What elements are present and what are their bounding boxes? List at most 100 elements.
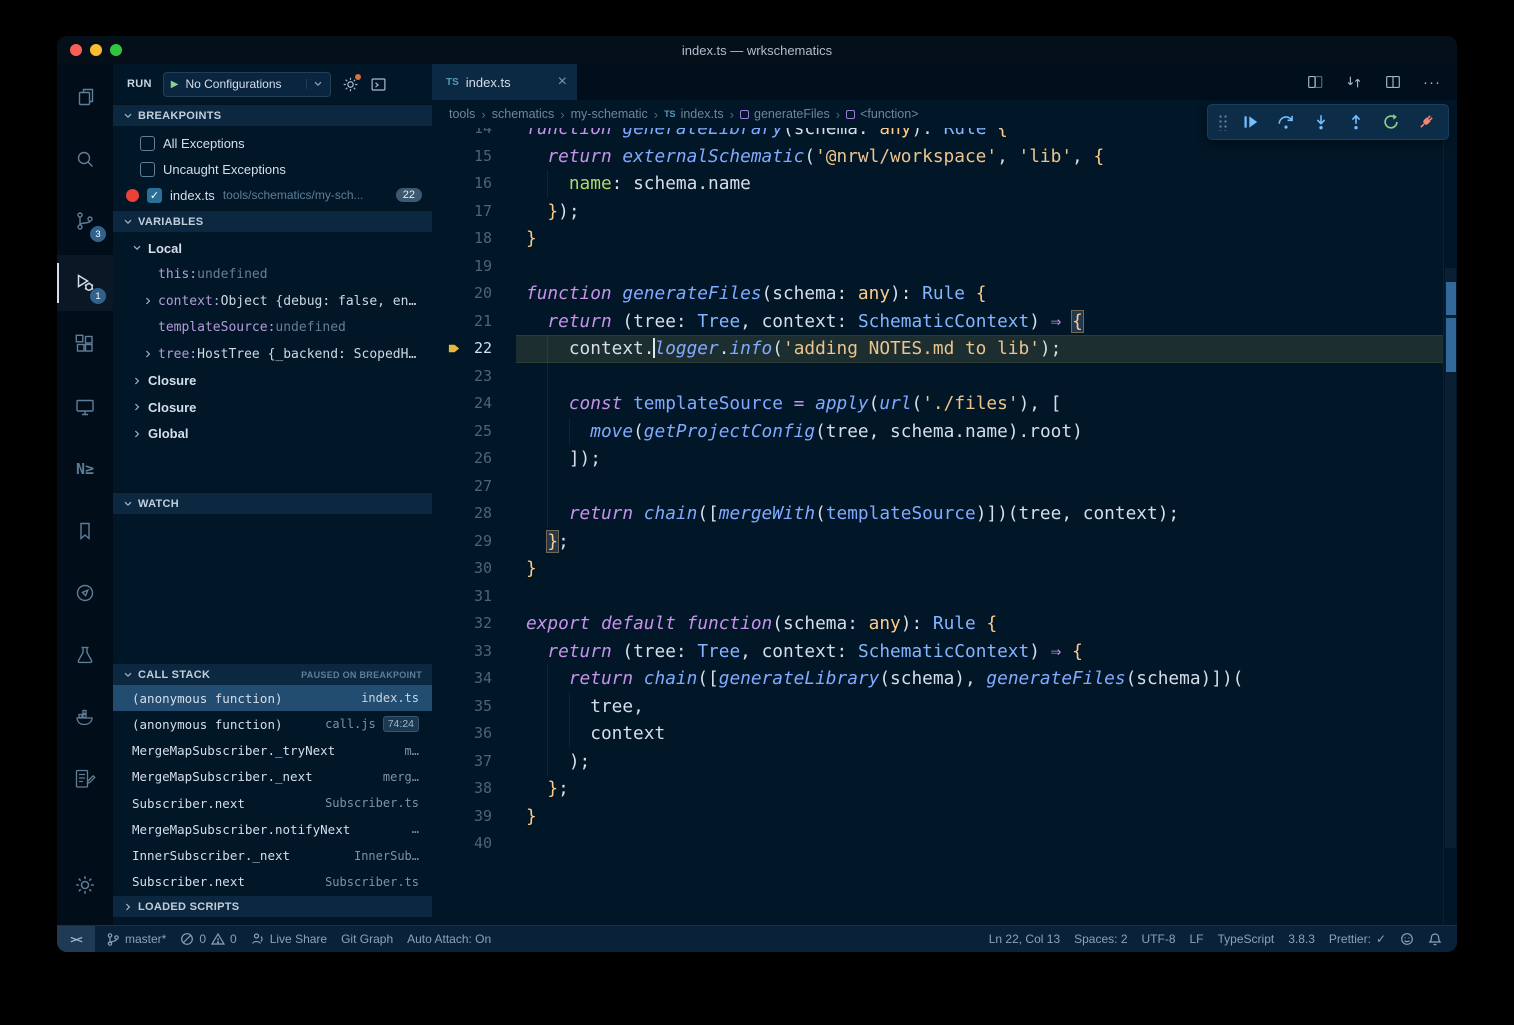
line-number[interactable]: 17 (432, 198, 492, 226)
breadcrumb-item[interactable]: schematics (492, 107, 555, 121)
code-line[interactable]: 24 const templateSource = apply(url('./f… (432, 390, 1443, 418)
code-line[interactable]: 25 move(getProjectConfig(tree, schema.na… (432, 418, 1443, 446)
toolbar-drag-handle[interactable] (1218, 113, 1228, 131)
code-line[interactable]: 32export default function(schema: any): … (432, 610, 1443, 638)
code-line[interactable]: 33 return (tree: Tree, context: Schemati… (432, 638, 1443, 666)
line-number[interactable]: 37 (432, 748, 492, 776)
line-number[interactable]: 31 (432, 583, 492, 611)
auto-attach-indicator[interactable]: Auto Attach: On (400, 926, 498, 952)
notifications-bell-icon[interactable] (1421, 926, 1449, 952)
code-line[interactable]: 30} (432, 555, 1443, 583)
breakpoints-header[interactable]: BREAKPOINTS (113, 104, 432, 126)
line-number[interactable]: 27 (432, 473, 492, 501)
breadcrumb-item[interactable]: generateFiles (740, 107, 830, 121)
call-stack-frame[interactable]: InnerSubscriber._nextInnerSub… (113, 843, 432, 869)
problems-indicator[interactable]: 0 0 (173, 926, 243, 952)
line-number[interactable]: 34 (432, 665, 492, 693)
code-line[interactable]: 28 return chain([mergeWith(templateSourc… (432, 500, 1443, 528)
close-window-button[interactable] (70, 44, 82, 56)
call-stack-frame[interactable]: Subscriber.nextSubscriber.ts (113, 869, 432, 895)
code-line[interactable]: 23 (432, 363, 1443, 391)
code-line[interactable]: 17 }); (432, 198, 1443, 226)
git-branch-indicator[interactable]: master* (99, 926, 173, 952)
checkbox-unchecked[interactable] (140, 162, 155, 177)
line-number[interactable]: 20 (432, 280, 492, 308)
explorer-icon[interactable] (57, 69, 113, 125)
code-line[interactable]: 37 ); (432, 748, 1443, 776)
split-editor-icon[interactable] (1384, 73, 1402, 91)
nx-console-icon[interactable]: N≥ (57, 441, 113, 497)
search-icon[interactable] (57, 131, 113, 187)
code-line[interactable]: 35 tree, (432, 693, 1443, 721)
breadcrumb-item[interactable]: my-schematic (571, 107, 648, 121)
compass-icon[interactable] (57, 565, 113, 621)
remote-indicator[interactable]: >< (57, 926, 95, 952)
prettier-indicator[interactable]: Prettier: ✓ (1322, 926, 1393, 952)
code-line[interactable]: 34 return chain([generateLibrary(schema)… (432, 665, 1443, 693)
line-number[interactable]: 25 (432, 418, 492, 446)
disconnect-button[interactable] (1408, 105, 1443, 139)
run-and-debug-icon[interactable]: 1 (57, 255, 113, 311)
cursor-position[interactable]: Ln 22, Col 13 (982, 926, 1067, 952)
editor-scrollbar[interactable] (1443, 128, 1457, 925)
line-number[interactable]: 30 (432, 555, 492, 583)
variable-row[interactable]: templateSource: undefined (113, 315, 432, 342)
call-stack-frame[interactable]: (anonymous function)index.ts (113, 685, 432, 711)
docker-icon[interactable] (57, 689, 113, 745)
line-number[interactable]: 39 (432, 803, 492, 831)
call-stack-frame[interactable]: MergeMapSubscriber.notifyNext… (113, 816, 432, 842)
debug-config-picker[interactable]: ▶ No Configurations (163, 72, 331, 97)
code-line[interactable]: 21 return (tree: Tree, context: Schemati… (432, 308, 1443, 336)
code-line[interactable]: 29 }; (432, 528, 1443, 556)
line-number[interactable]: 21 (432, 308, 492, 336)
breakpoint-row[interactable]: ✓ index.ts tools/schematics/my-sch... 22 (113, 182, 432, 208)
beaker-icon[interactable] (57, 627, 113, 683)
call-stack-frame[interactable]: MergeMapSubscriber._nextmerg… (113, 764, 432, 790)
start-debug-icon[interactable]: ▶ (171, 79, 179, 90)
call-stack-frame[interactable]: Subscriber.nextSubscriber.ts (113, 790, 432, 816)
watch-header[interactable]: WATCH (113, 492, 432, 514)
line-number[interactable]: 33 (432, 638, 492, 666)
continue-button[interactable] (1233, 105, 1268, 139)
code-line[interactable]: 26 ]); (432, 445, 1443, 473)
bookmarks-icon[interactable] (57, 503, 113, 559)
breadcrumb-item[interactable]: TSindex.ts (664, 107, 724, 121)
line-number[interactable]: 15 (432, 143, 492, 171)
line-number[interactable]: 28 (432, 500, 492, 528)
indentation-indicator[interactable]: Spaces: 2 (1067, 926, 1134, 952)
line-number[interactable]: 23 (432, 363, 492, 391)
line-number[interactable]: 38 (432, 775, 492, 803)
git-graph-button[interactable]: Git Graph (334, 926, 400, 952)
variable-scope-row[interactable]: Global (113, 421, 432, 448)
checkbox-checked[interactable]: ✓ (147, 188, 162, 203)
code-line[interactable]: 39} (432, 803, 1443, 831)
minimize-window-button[interactable] (90, 44, 102, 56)
debug-settings-button[interactable] (342, 76, 359, 93)
variable-row[interactable]: this: undefined (113, 262, 432, 289)
encoding-indicator[interactable]: UTF-8 (1135, 926, 1183, 952)
extensions-icon[interactable] (57, 317, 113, 373)
feedback-icon[interactable] (1393, 926, 1421, 952)
line-number[interactable]: 36 (432, 720, 492, 748)
line-number[interactable]: 26 (432, 445, 492, 473)
source-control-icon[interactable]: 3 (57, 193, 113, 249)
line-number[interactable]: 40 (432, 830, 492, 858)
live-share-button[interactable]: Live Share (244, 926, 334, 952)
loaded-scripts-header[interactable]: LOADED SCRIPTS (113, 895, 432, 917)
debug-console-button[interactable] (370, 76, 387, 93)
step-out-button[interactable] (1338, 105, 1373, 139)
variable-scope-row[interactable]: Local (113, 235, 432, 262)
open-changes-icon[interactable] (1306, 73, 1324, 91)
notebook-edit-icon[interactable] (57, 751, 113, 807)
variable-scope-row[interactable]: Closure (113, 368, 432, 395)
variable-scope-row[interactable]: Closure (113, 394, 432, 421)
line-number[interactable]: 29 (432, 528, 492, 556)
variables-header[interactable]: VARIABLES (113, 210, 432, 232)
compare-icon[interactable] (1345, 73, 1363, 91)
current-execution-line[interactable]: 22 context.logger.info('adding NOTES.md … (432, 335, 1443, 363)
step-over-button[interactable] (1268, 105, 1303, 139)
manage-gear-icon[interactable] (57, 857, 113, 913)
code-line[interactable]: 38 }; (432, 775, 1443, 803)
checkbox-unchecked[interactable] (140, 136, 155, 151)
code-line[interactable]: 36 context (432, 720, 1443, 748)
